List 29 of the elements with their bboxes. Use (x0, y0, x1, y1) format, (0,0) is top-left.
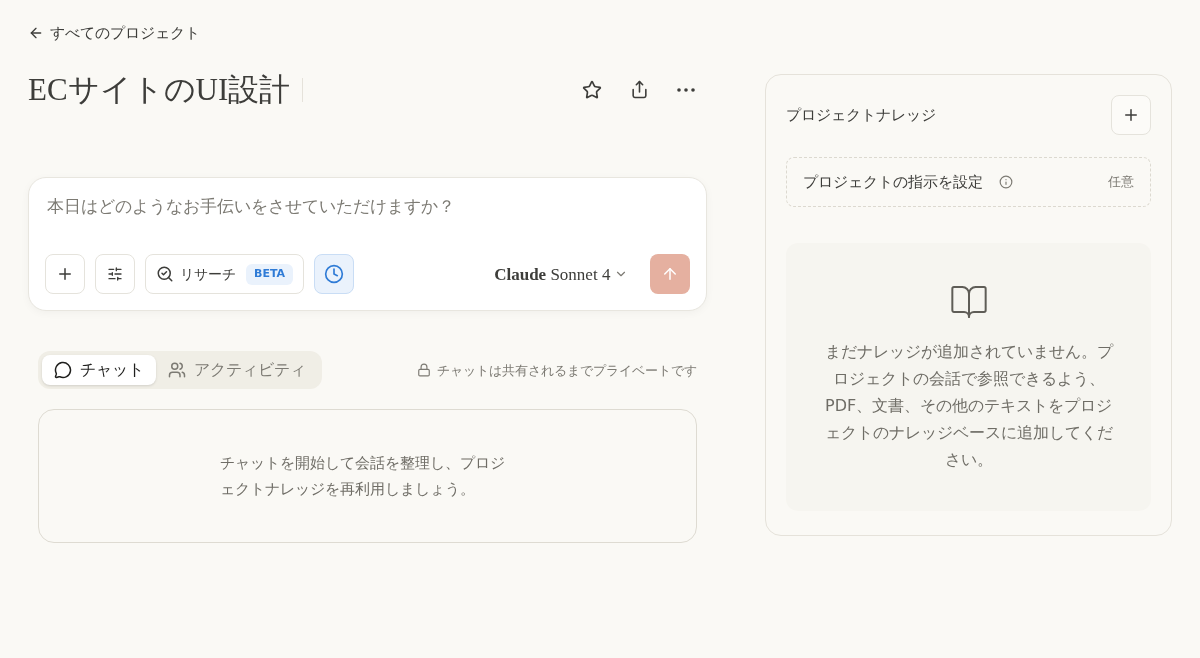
star-icon (582, 79, 603, 100)
share-icon (630, 80, 650, 100)
project-title: ECサイトのUI設計 (28, 70, 291, 109)
people-icon (168, 361, 186, 380)
model-selector[interactable]: Claude Sonnet 4 (494, 261, 629, 287)
tab[interactable]: チャット (42, 355, 156, 386)
privacy-note: チャットは共有されるまでプライベートです (437, 361, 698, 380)
plus-icon (1122, 106, 1140, 124)
knowledge-title: プロジェクトナレッジ (786, 104, 937, 126)
tab[interactable]: アクティビティ (156, 355, 318, 386)
research-button[interactable]: リサーチ BETA (145, 254, 305, 295)
add-button[interactable] (45, 254, 85, 295)
clock-icon (324, 264, 345, 285)
chat-empty-message: チャットを開始して会話を整理し、プロジェクトナレッジを再利用しましょう。 (219, 453, 506, 501)
optional-label: 任意 (1108, 173, 1134, 192)
sliders-icon (107, 266, 123, 283)
more-icon (677, 87, 696, 92)
extended-thinking-button[interactable] (314, 254, 355, 295)
beta-badge: BETA (246, 264, 294, 285)
instructions-button[interactable]: プロジェクトの指示を設定 任意 (786, 157, 1151, 207)
tools-button[interactable] (95, 254, 135, 295)
back-link[interactable]: すべてのプロジェクト (28, 22, 200, 45)
chat-bubble-icon (54, 361, 72, 380)
add-knowledge-button[interactable] (1111, 95, 1151, 135)
knowledge-empty-message: まだナレッジが追加されていません。プロジェクトの会話で参照できるよう、PDF、文書、その他のテキストをプロジェクトのナレッジベースに追加してください。 (823, 340, 1115, 471)
info-icon (999, 175, 1014, 189)
message-input[interactable]: 本日はどのようなお手伝いをさせていただけますか？ (45, 190, 691, 223)
research-icon (156, 265, 174, 284)
lock-icon (417, 363, 432, 378)
